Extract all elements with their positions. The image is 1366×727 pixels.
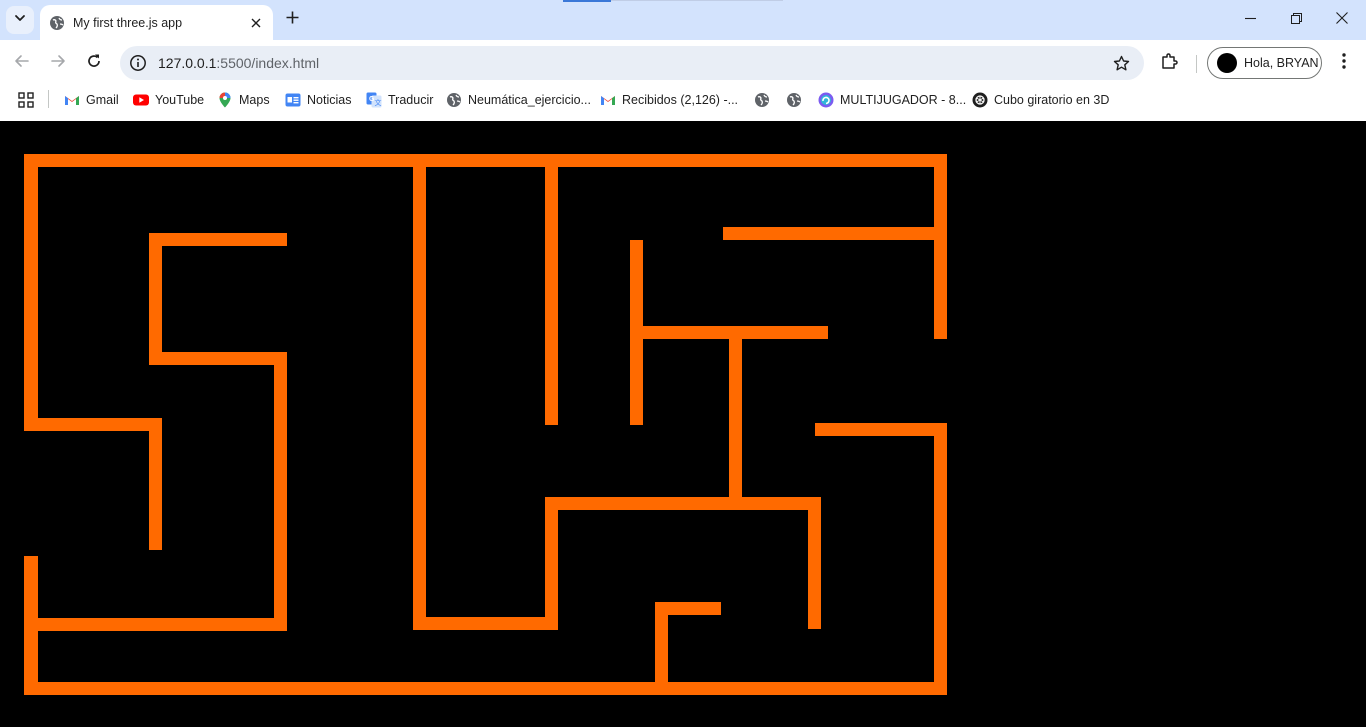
maze-wall	[808, 497, 821, 629]
reload-icon	[86, 53, 102, 74]
bookmark-label: Recibidos (2,126) -...	[622, 93, 739, 107]
maze-wall	[24, 154, 38, 431]
kebab-menu-icon	[1342, 52, 1346, 74]
bookmark-gmail[interactable]: Gmail	[64, 90, 119, 110]
globe-icon	[446, 92, 462, 108]
bookmark-label: Noticias	[307, 93, 352, 107]
browser-menu-button[interactable]	[1332, 51, 1356, 75]
bookmark-label: MULTIJUGADOR - 8...	[840, 93, 967, 107]
close-tab-icon[interactable]	[245, 12, 267, 34]
bookmark-label: Neumática_ejercicio...	[468, 93, 591, 107]
url-path: :5500/index.html	[216, 55, 320, 71]
globe-icon	[49, 15, 65, 31]
browser-toolbar: 127.0.0.1:5500/index.html Hola, BRYAN	[0, 40, 1366, 86]
profile-label: Hola, BRYAN	[1244, 56, 1319, 70]
maze	[24, 154, 947, 695]
maze-wall	[274, 352, 287, 631]
maze-wall	[413, 154, 426, 630]
maze-wall	[545, 154, 558, 425]
maze-wall	[24, 682, 947, 695]
globe-icon	[786, 92, 802, 108]
edge-icon	[818, 92, 834, 108]
extensions-button[interactable]	[1157, 51, 1181, 75]
minimize-icon	[1244, 11, 1256, 29]
maze-wall	[655, 602, 668, 694]
bookmark-noticias[interactable]: Noticias	[285, 90, 351, 110]
bookmark-cubo-giratorio[interactable]: Cubo giratorio en 3D	[972, 90, 1109, 110]
maze-wall	[545, 497, 558, 630]
bookmark-recibidos[interactable]: Recibidos (2,126) -...	[600, 90, 738, 110]
maze-wall	[934, 154, 947, 339]
active-tab[interactable]: My first three.js app	[40, 5, 273, 40]
bookmark-label: Traducir	[388, 93, 434, 107]
maze-wall	[934, 423, 947, 695]
address-bar[interactable]: 127.0.0.1:5500/index.html	[120, 46, 1144, 80]
tab-strip-divider	[611, 0, 783, 1]
bookmark-neumatica[interactable]: Neumática_ejercicio...	[446, 90, 591, 110]
url-host: 127.0.0.1	[158, 55, 217, 71]
tab-strip-indicator	[563, 0, 611, 2]
arrow-left-icon	[14, 53, 30, 74]
bookmark-maps[interactable]: Maps	[217, 90, 270, 110]
bookmark-globe-1[interactable]	[754, 90, 776, 110]
bookmarks-bar: Gmail YouTube Maps Noticias G文 Traducir …	[0, 86, 1366, 121]
bookmark-label: Gmail	[86, 93, 119, 107]
toolbar-separator	[1196, 55, 1197, 73]
bookmark-label: Maps	[239, 93, 270, 107]
maze-wall	[149, 233, 287, 246]
maze-wall	[24, 154, 947, 167]
maze-wall	[723, 227, 947, 240]
maze-wall	[815, 423, 947, 436]
bookmark-label: YouTube	[155, 93, 205, 107]
gmail-icon	[600, 92, 616, 108]
svg-text:文: 文	[375, 98, 382, 107]
bookmark-youtube[interactable]: YouTube	[133, 90, 204, 110]
restore-button[interactable]	[1273, 0, 1319, 40]
maps-icon	[217, 92, 233, 108]
site-info-icon[interactable]	[129, 54, 147, 72]
maze-wall	[729, 326, 742, 506]
openai-icon	[972, 92, 988, 108]
tab-strip: My first three.js app	[0, 0, 1366, 40]
avatar	[1217, 53, 1237, 73]
bookmark-star-icon[interactable]	[1110, 52, 1132, 74]
tab-title: My first three.js app	[73, 15, 183, 30]
puzzle-icon	[1160, 52, 1178, 75]
reload-button[interactable]	[80, 49, 108, 77]
close-icon	[1336, 11, 1348, 29]
bookmark-globe-2[interactable]	[786, 90, 808, 110]
restore-icon	[1290, 11, 1302, 29]
chevron-down-icon	[14, 11, 26, 29]
maze-wall	[24, 556, 38, 695]
gmail-icon	[64, 92, 80, 108]
bookmark-traducir[interactable]: G文 Traducir	[366, 90, 433, 110]
url-text[interactable]: 127.0.0.1:5500/index.html	[158, 55, 1110, 71]
maze-wall	[24, 618, 287, 631]
tab-search-button[interactable]	[6, 6, 34, 34]
bookmark-label: Cubo giratorio en 3D	[994, 93, 1110, 107]
maze-wall	[24, 418, 162, 431]
apps-grid-icon[interactable]	[18, 92, 34, 108]
youtube-icon	[133, 92, 149, 108]
threejs-canvas[interactable]	[0, 121, 1366, 727]
close-window-button[interactable]	[1319, 0, 1365, 40]
maze-wall	[149, 418, 162, 550]
forward-button[interactable]	[44, 49, 72, 77]
maze-wall	[545, 497, 821, 510]
maze-wall	[413, 617, 558, 630]
profile-button[interactable]: Hola, BRYAN	[1207, 47, 1322, 79]
maze-wall	[149, 352, 287, 365]
translate-icon: G文	[366, 92, 382, 108]
news-icon	[285, 92, 301, 108]
new-tab-button[interactable]	[280, 8, 304, 32]
arrow-right-icon	[50, 53, 66, 74]
minimize-button[interactable]	[1227, 0, 1273, 40]
maze-wall	[149, 233, 162, 364]
bookmarks-separator	[48, 90, 49, 108]
globe-icon	[754, 92, 770, 108]
back-button[interactable]	[8, 49, 36, 77]
plus-icon	[286, 11, 299, 29]
bookmark-multijugador[interactable]: MULTIJUGADOR - 8...	[818, 90, 966, 110]
